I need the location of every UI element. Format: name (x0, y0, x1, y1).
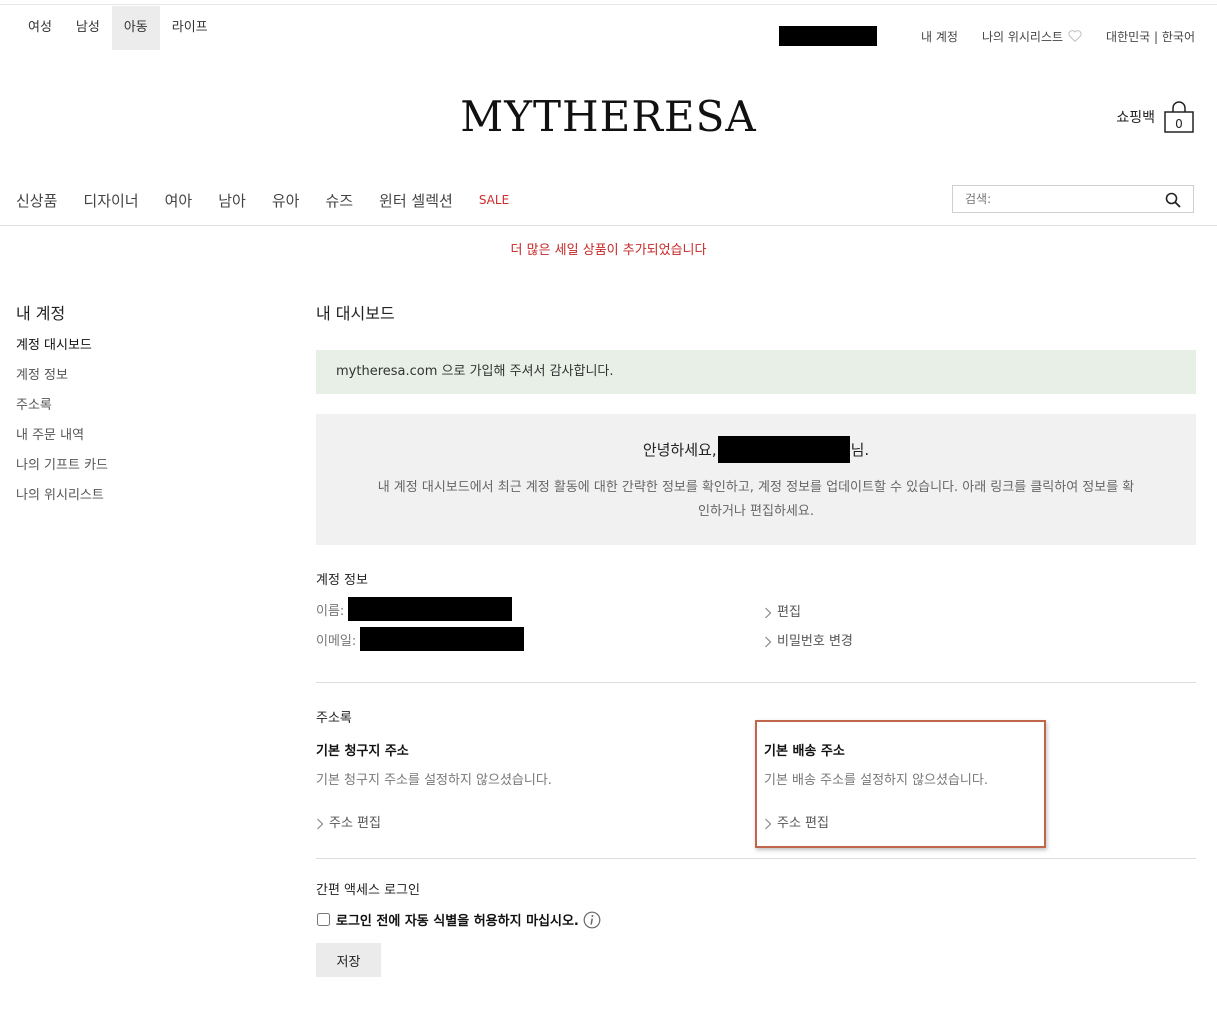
search-icon[interactable] (1165, 192, 1181, 208)
nav-winter-selection[interactable]: 윈터 셀렉션 (379, 190, 453, 211)
my-account-link[interactable]: 내 계정 (921, 28, 958, 45)
sidebar-nav: 계정 대시보드 계정 정보 주소록 내 주문 내역 나의 기프트 카드 나의 위… (16, 337, 108, 517)
auto-login-checkbox[interactable] (317, 913, 330, 926)
auto-login-label: 로그인 전에 자동 식별을 허용하지 마십시오. (336, 914, 579, 929)
edit-billing-address-link[interactable]: 주소 편집 (316, 812, 381, 831)
save-button[interactable]: 저장 (316, 943, 381, 977)
email-field: 이메일: (316, 627, 525, 651)
email-label: 이메일: (316, 633, 357, 649)
shipping-address-text: 기본 배송 주소를 설정하지 않으셨습니다. (764, 773, 988, 788)
main-nav: 신상품 디자이너 여아 남아 유아 슈즈 윈터 셀렉션 SALE (16, 186, 535, 214)
page-title: 내 대시보드 (316, 304, 395, 323)
chevron-right-icon (765, 636, 772, 647)
redacted-name-value (348, 597, 513, 621)
top-border (0, 4, 1217, 5)
greeting-suffix: 님. (850, 441, 870, 459)
sidebar-item-gift-cards[interactable]: 나의 기프트 카드 (16, 457, 108, 487)
name-field: 이름: (316, 597, 513, 621)
dashboard-intro: 내 계정 대시보드에서 최근 계정 활동에 대한 간략한 정보를 확인하고, 계… (377, 480, 1135, 519)
nav-boys[interactable]: 남아 (218, 190, 246, 211)
nav-divider (0, 225, 1217, 226)
bag-count: 0 (1175, 117, 1183, 131)
top-nav-kids[interactable]: 아동 (111, 6, 160, 50)
top-nav-men[interactable]: 남성 (64, 6, 112, 50)
account-info-title: 계정 정보 (316, 573, 368, 588)
chevron-right-icon (765, 607, 772, 618)
nav-new[interactable]: 신상품 (16, 190, 57, 211)
shopping-bag-icon: 0 (1164, 101, 1194, 133)
billing-address-title: 기본 청구지 주소 (316, 744, 409, 759)
divider (316, 858, 1196, 859)
edit-account-label: 편집 (777, 605, 801, 620)
chevron-right-icon (317, 818, 324, 829)
wishlist-label: 나의 위시리스트 (981, 29, 1064, 44)
billing-address-text: 기본 청구지 주소를 설정하지 않으셨습니다. (316, 773, 552, 788)
edit-shipping-address-label: 주소 편집 (777, 816, 829, 831)
sidebar-item-address-book[interactable]: 주소록 (16, 397, 108, 427)
shipping-address-title: 기본 배송 주소 (764, 744, 845, 759)
search-input[interactable] (953, 186, 1177, 212)
redacted-user (779, 26, 877, 46)
address-book-title: 주소록 (316, 711, 352, 726)
quick-access-title: 간편 액세스 로그인 (316, 883, 420, 898)
redacted-email-value (360, 627, 525, 651)
chevron-right-icon (765, 818, 772, 829)
sidebar-item-orders[interactable]: 내 주문 내역 (16, 427, 108, 457)
locale-link[interactable]: 대한민국 | 한국어 (1106, 28, 1195, 45)
edit-account-link[interactable]: 편집 (764, 601, 801, 620)
sidebar-item-wishlist[interactable]: 나의 위시리스트 (16, 487, 108, 517)
change-password-label: 비밀번호 변경 (777, 634, 853, 649)
sidebar-title: 내 계정 (16, 304, 66, 323)
nav-baby[interactable]: 유아 (272, 190, 300, 211)
auto-login-option: 로그인 전에 자동 식별을 허용하지 마십시오. (316, 910, 601, 929)
edit-shipping-address-link[interactable]: 주소 편집 (764, 812, 829, 831)
greeting: 안녕하세요, 님. (316, 436, 1196, 463)
success-message: mytheresa.com 으로 가입해 주셔서 감사합니다. (316, 350, 1196, 394)
divider (316, 682, 1196, 683)
info-icon[interactable] (583, 911, 601, 929)
nav-sale[interactable]: SALE (479, 193, 509, 207)
wishlist-link[interactable]: 나의 위시리스트 (982, 28, 1082, 45)
top-nav-life[interactable]: 라이프 (160, 6, 220, 50)
heart-icon (1068, 30, 1082, 42)
nav-designers[interactable]: 디자이너 (83, 190, 138, 211)
shopping-bag[interactable]: 쇼핑백 0 (1116, 100, 1195, 134)
greeting-prefix: 안녕하세요, (642, 441, 717, 459)
top-nav-women[interactable]: 여성 (16, 6, 64, 50)
nav-shoes[interactable]: 슈즈 (325, 190, 353, 211)
edit-billing-address-label: 주소 편집 (329, 816, 381, 831)
name-label: 이름: (316, 603, 345, 619)
change-password-link[interactable]: 비밀번호 변경 (764, 630, 853, 649)
sidebar-item-dashboard[interactable]: 계정 대시보드 (16, 337, 108, 367)
sidebar-item-account-info[interactable]: 계정 정보 (16, 367, 108, 397)
promo-banner[interactable]: 더 많은 세일 상품이 추가되었습니다 (0, 239, 1217, 258)
welcome-box: 안녕하세요, 님. 내 계정 대시보드에서 최근 계정 활동에 대한 간략한 정… (316, 414, 1196, 545)
search-box (952, 185, 1194, 213)
nav-girls[interactable]: 여아 (165, 190, 193, 211)
utility-bar: 내 계정 나의 위시리스트 대한민국 | 한국어 (779, 26, 1195, 46)
shopping-bag-label: 쇼핑백 (1116, 110, 1155, 126)
site-logo[interactable]: MYTHERESA (0, 92, 1217, 141)
top-nav: 여성 남성 아동 라이프 (16, 6, 220, 50)
redacted-name (717, 436, 850, 463)
